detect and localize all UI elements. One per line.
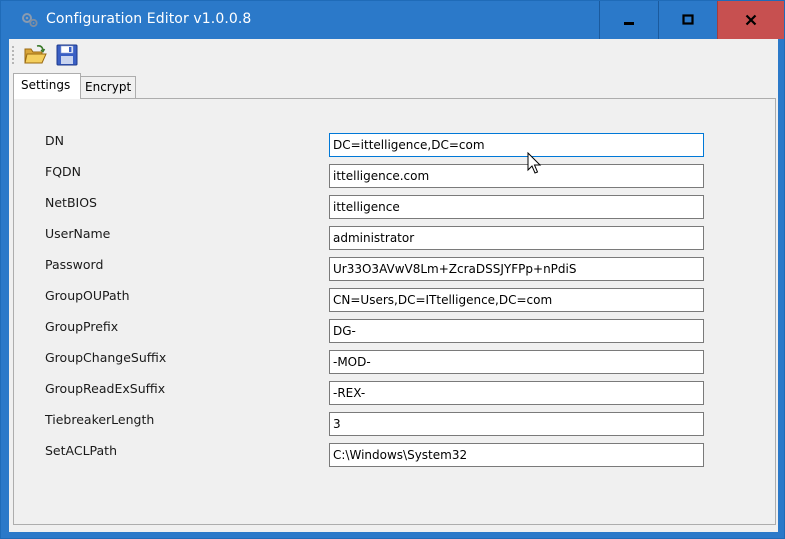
group-ou-path-field[interactable]: CN=Users,DC=ITtelligence,DC=com: [329, 288, 704, 312]
group-read-ex-suffix-field[interactable]: -REX-: [329, 381, 704, 405]
window-title: Configuration Editor v1.0.0.8: [46, 11, 252, 27]
minimize-icon: [624, 22, 634, 25]
group-read-ex-suffix-label: GroupReadExSuffix: [45, 381, 166, 396]
setting-row-netbios: NetBIOS ittelligence: [14, 195, 775, 221]
set-acl-path-label: SetACLPath: [45, 443, 118, 458]
open-button[interactable]: [23, 43, 47, 67]
fqdn-field[interactable]: ittelligence.com: [329, 164, 704, 188]
username-field[interactable]: administrator: [329, 226, 704, 250]
setting-row-group-change-suffix: GroupChangeSuffix -MOD-: [14, 350, 775, 376]
maximize-button[interactable]: [658, 1, 717, 39]
app-window: Configuration Editor v1.0.0.8 Settings E…: [0, 0, 785, 539]
setting-row-group-prefix: GroupPrefix DG-: [14, 319, 775, 345]
floppy-disk-icon: [56, 44, 78, 66]
settings-tab-page: DN DC=ittelligence,DC=com FQDN ittellige…: [13, 98, 776, 525]
setting-row-password: Password Ur33O3AVwV8Lm+ZcraDSSJYFPp+nPdi…: [14, 257, 775, 283]
password-field[interactable]: Ur33O3AVwV8Lm+ZcraDSSJYFPp+nPdiS: [329, 257, 704, 281]
group-change-suffix-field[interactable]: -MOD-: [329, 350, 704, 374]
group-ou-path-label: GroupOUPath: [45, 288, 130, 303]
minimize-button[interactable]: [599, 1, 658, 39]
close-button[interactable]: [717, 1, 784, 39]
fqdn-label: FQDN: [45, 164, 82, 179]
setting-row-username: UserName administrator: [14, 226, 775, 252]
dn-field[interactable]: DC=ittelligence,DC=com: [329, 133, 704, 157]
client-area: Settings Encrypt DN DC=ittelligence,DC=c…: [9, 39, 778, 532]
toolbar: [9, 39, 778, 71]
setting-row-set-acl-path: SetACLPath C:\Windows\System32: [14, 443, 775, 469]
group-prefix-label: GroupPrefix: [45, 319, 119, 334]
save-button[interactable]: [55, 43, 79, 67]
dn-label: DN: [45, 133, 64, 148]
group-prefix-field[interactable]: DG-: [329, 319, 704, 343]
tab-encrypt[interactable]: Encrypt: [79, 76, 136, 99]
tab-settings[interactable]: Settings: [13, 73, 81, 99]
netbios-field[interactable]: ittelligence: [329, 195, 704, 219]
mouse-pointer-icon: [527, 152, 542, 174]
tab-strip: Settings Encrypt: [9, 73, 778, 99]
netbios-label: NetBIOS: [45, 195, 97, 210]
setting-row-group-read-ex-suffix: GroupReadExSuffix -REX-: [14, 381, 775, 407]
setting-row-dn: DN DC=ittelligence,DC=com: [14, 133, 775, 159]
set-acl-path-field[interactable]: C:\Windows\System32: [329, 443, 704, 467]
tiebreaker-length-field[interactable]: 3: [329, 412, 704, 436]
title-bar[interactable]: Configuration Editor v1.0.0.8: [1, 1, 784, 39]
toolbar-grip[interactable]: [12, 45, 14, 65]
tiebreaker-length-label: TiebreakerLength: [45, 412, 155, 427]
setting-row-fqdn: FQDN ittelligence.com: [14, 164, 775, 190]
maximize-icon: [682, 14, 694, 25]
open-folder-icon: [24, 45, 47, 64]
group-change-suffix-label: GroupChangeSuffix: [45, 350, 167, 365]
close-icon: [745, 14, 757, 26]
gears-icon: [22, 13, 38, 28]
username-label: UserName: [45, 226, 111, 241]
setting-row-tiebreaker-length: TiebreakerLength 3: [14, 412, 775, 438]
setting-row-group-ou-path: GroupOUPath CN=Users,DC=ITtelligence,DC=…: [14, 288, 775, 314]
password-label: Password: [45, 257, 104, 272]
